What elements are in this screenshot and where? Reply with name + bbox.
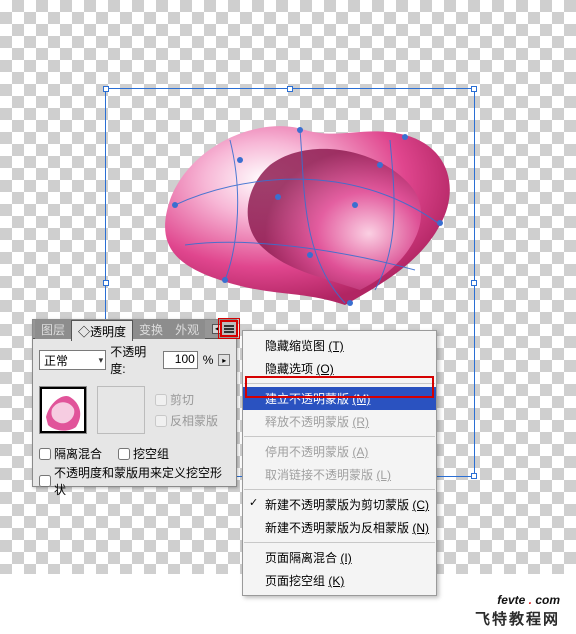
panel-tab-bar: 图层 ◇透明度 变换 外观 ◂ × bbox=[33, 320, 236, 339]
isolate-blending-checkbox[interactable]: 隔离混合 bbox=[39, 445, 102, 462]
tab-transform[interactable]: 变换 bbox=[133, 319, 169, 339]
menu-unlink-opacity-mask: 取消链接不透明蒙版 (L) bbox=[243, 463, 436, 486]
brand-tagline: 飞特教程网 bbox=[475, 612, 560, 627]
tab-transparency[interactable]: ◇透明度 bbox=[71, 320, 133, 341]
tab-appearance[interactable]: 外观 bbox=[169, 319, 205, 339]
brand-logo: fevte . com bbox=[497, 582, 560, 610]
resize-handle-tl[interactable] bbox=[103, 86, 109, 92]
menu-disable-opacity-mask: 停用不透明蒙版 (A) bbox=[243, 440, 436, 463]
menu-page-isolate[interactable]: 页面隔离混合 (I) bbox=[243, 546, 436, 569]
tab-layers[interactable]: 图层 bbox=[35, 319, 71, 339]
invert-mask-checkbox[interactable]: 反相蒙版 bbox=[155, 412, 218, 429]
panel-flyout-menu: 隐藏缩览图 (T) 隐藏选项 (O) 建立不透明蒙版 (M) 释放不透明蒙版 (… bbox=[242, 330, 437, 596]
menu-separator bbox=[244, 489, 435, 490]
blend-mode-value: 正常 bbox=[44, 352, 68, 369]
menu-new-mask-invert[interactable]: 新建不透明蒙版为反相蒙版 (N) bbox=[243, 516, 436, 539]
clip-checkbox[interactable]: 剪切 bbox=[155, 391, 218, 408]
resize-handle-ml[interactable] bbox=[103, 280, 109, 286]
opacity-input[interactable]: 100 bbox=[163, 351, 198, 369]
opacity-label: 不透明度: bbox=[110, 343, 159, 377]
menu-separator bbox=[244, 436, 435, 437]
hamburger-icon bbox=[224, 325, 234, 333]
resize-handle-mr[interactable] bbox=[471, 280, 477, 286]
panel-flyout-menu-button[interactable] bbox=[220, 320, 238, 337]
resize-handle-br[interactable] bbox=[471, 473, 477, 479]
menu-separator bbox=[244, 542, 435, 543]
mask-thumbnail[interactable] bbox=[97, 386, 145, 434]
menu-hide-thumbnails[interactable]: 隐藏缩览图 (T) bbox=[243, 334, 436, 357]
menu-new-mask-clip[interactable]: ✓新建不透明蒙版为剪切蒙版 (C) bbox=[243, 493, 436, 516]
knockout-group-checkbox[interactable]: 挖空组 bbox=[118, 445, 169, 462]
check-icon: ✓ bbox=[249, 496, 258, 509]
blend-mode-select[interactable]: 正常 ▾ bbox=[39, 350, 106, 370]
menu-release-opacity-mask: 释放不透明蒙版 (R) bbox=[243, 410, 436, 433]
resize-handle-tr[interactable] bbox=[471, 86, 477, 92]
transparency-panel: 图层 ◇透明度 变换 外观 ◂ × 正常 ▾ 不透明度: 100 % ▸ bbox=[32, 319, 237, 487]
menu-hide-options[interactable]: 隐藏选项 (O) bbox=[243, 357, 436, 380]
menu-page-knockout[interactable]: 页面挖空组 (K) bbox=[243, 569, 436, 592]
opacity-thumbnail[interactable] bbox=[39, 386, 87, 434]
mask-defines-knockout-checkbox[interactable]: 不透明度和蒙版用来定义挖空形状 bbox=[39, 464, 230, 498]
resize-handle-tm[interactable] bbox=[287, 86, 293, 92]
chevron-down-icon: ▾ bbox=[99, 355, 104, 366]
artwork-mesh-object[interactable] bbox=[150, 105, 460, 315]
opacity-stepper[interactable]: ▸ bbox=[218, 354, 230, 366]
menu-separator bbox=[244, 383, 435, 384]
percent-sign: % bbox=[203, 353, 214, 367]
menu-make-opacity-mask[interactable]: 建立不透明蒙版 (M) bbox=[243, 387, 436, 410]
